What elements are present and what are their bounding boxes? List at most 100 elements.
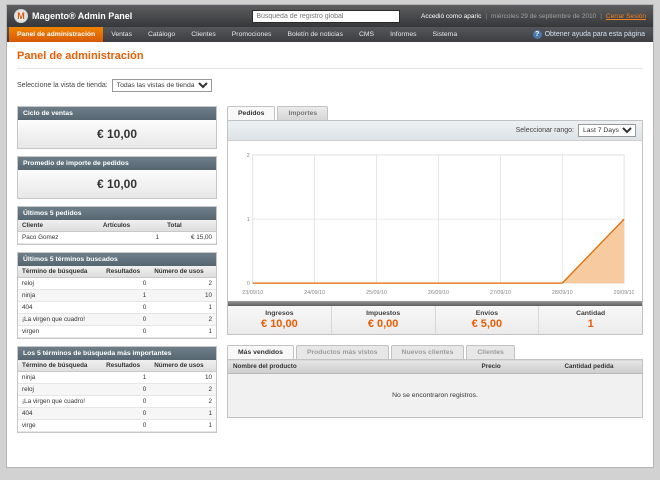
tab-most-viewed[interactable]: Productos más vistos <box>295 345 389 359</box>
col-qty-ordered: Cantidad pedida <box>559 359 643 374</box>
uses-cell: 1 <box>150 419 216 432</box>
results-cell: 0 <box>102 313 151 326</box>
empty-row: No se encontraron registros. <box>227 373 643 418</box>
header-user-area: Accedió como aparic | miércoles 29 de se… <box>421 13 646 20</box>
help-link[interactable]: ? Obtener ayuda para esta página <box>527 27 651 42</box>
top-search-terms-table: Término de búsqueda Resultados Número de… <box>18 360 216 432</box>
nav-catalog[interactable]: Catálogo <box>140 27 183 42</box>
nav-customers[interactable]: Clientes <box>183 27 224 42</box>
help-icon: ? <box>532 30 542 39</box>
table-row[interactable]: 404 0 1 <box>18 407 216 420</box>
table-row[interactable]: 404 0 1 <box>18 301 216 314</box>
uses-cell: 2 <box>150 277 216 290</box>
tab-customers[interactable]: Clientes <box>466 345 515 359</box>
uses-cell: 2 <box>150 395 216 408</box>
tab-new-customers[interactable]: Nuevos clientes <box>390 345 465 359</box>
results-cell: 0 <box>102 277 151 290</box>
svg-text:2: 2 <box>247 153 250 159</box>
stat-value: € 0,00 <box>367 318 399 330</box>
lifetime-sales-value: € 10,00 <box>18 120 216 148</box>
stat-label: Cantidad <box>576 310 606 317</box>
brand-title: Magento® Admin Panel <box>32 11 133 21</box>
total-cell: € 15,00 <box>163 231 216 244</box>
stats-row: Ingresos € 10,00 Impuestos € 0,00 Envíos… <box>228 306 642 334</box>
term-cell: ¡La virgen que cuadro! <box>18 395 103 408</box>
global-search-input[interactable] <box>252 9 401 23</box>
empty-message: No se encontraron registros. <box>227 373 643 418</box>
store-switcher: Seleccione la vista de tienda: Todas las… <box>17 79 643 92</box>
uses-cell: 10 <box>150 289 216 302</box>
table-row[interactable]: virgen 0 1 <box>18 325 216 338</box>
dashboard: Ciclo de ventas € 10,00 Promedio de impo… <box>17 106 643 440</box>
logged-in-text: Accedió como aparic <box>420 12 482 20</box>
col-results: Resultados <box>102 266 151 278</box>
nav-cms[interactable]: CMS <box>351 27 382 42</box>
store-switcher-label: Seleccione la vista de tienda: <box>17 82 108 89</box>
top-search-terms-title: Los 5 términos de búsqueda más important… <box>18 347 216 360</box>
col-total: Total <box>163 220 216 232</box>
help-label: Obtener ayuda para esta página <box>544 31 645 38</box>
nav-promotions[interactable]: Promociones <box>224 27 280 42</box>
col-price: Precio <box>476 359 560 374</box>
term-cell: reloj <box>18 277 103 290</box>
tab-amounts[interactable]: Importes <box>277 106 329 120</box>
uses-cell: 1 <box>150 301 216 314</box>
table-row[interactable]: ninja 1 10 <box>18 289 216 302</box>
table-row[interactable]: reloj 0 2 <box>18 277 216 290</box>
table-row[interactable]: ninja 1 10 <box>18 371 216 384</box>
svg-text:23/09/10: 23/09/10 <box>242 290 263 296</box>
brand: M Magento® Admin Panel <box>14 9 132 23</box>
col-uses: Número de usos <box>150 266 216 278</box>
nav-dashboard[interactable]: Panel de administración <box>9 27 104 42</box>
term-cell: reloj <box>18 383 103 396</box>
tab-bestsellers[interactable]: Más vendidos <box>227 345 294 359</box>
chart-tabs: Pedidos Importes <box>227 106 643 120</box>
table-header-row: Nombre del producto Precio Cantidad pedi… <box>227 359 643 374</box>
tab-orders[interactable]: Pedidos <box>227 106 276 120</box>
last-orders-title: Últimos 5 pedidos <box>18 207 216 220</box>
svg-text:24/09/10: 24/09/10 <box>304 290 325 296</box>
results-cell: 1 <box>102 371 151 384</box>
store-view-select[interactable]: Todas las vistas de tienda <box>111 79 212 92</box>
results-cell: 0 <box>102 419 151 432</box>
logout-link[interactable]: Cerrar Sesión <box>606 13 646 20</box>
range-bar: Seleccionar rango: Last 7 Days <box>228 121 642 141</box>
main-nav: Panel de administración Ventas Catálogo … <box>7 27 653 42</box>
table-row[interactable]: virge 0 1 <box>18 419 216 432</box>
global-search <box>252 9 401 23</box>
average-orders-title: Promedio de importe de pedidos <box>18 157 216 170</box>
term-cell: ninja <box>18 371 103 384</box>
range-label: Seleccionar rango: <box>515 127 574 134</box>
nav-system[interactable]: Sistema <box>425 27 466 42</box>
uses-cell: 2 <box>150 383 216 396</box>
nav-newsletter[interactable]: Boletín de noticias <box>279 27 351 42</box>
col-product-name: Nombre del producto <box>227 359 477 374</box>
svg-text:25/09/10: 25/09/10 <box>366 290 387 296</box>
items-cell: 1 <box>98 231 164 244</box>
table-row[interactable]: ¡La virgen que cuadro! 0 2 <box>18 313 216 326</box>
nav-reports[interactable]: Informes <box>382 27 424 42</box>
svg-text:1: 1 <box>247 217 250 223</box>
customer-cell: Paco Gomez <box>18 231 99 244</box>
range-select[interactable]: Last 7 Days <box>578 124 636 137</box>
col-customer: Cliente <box>18 220 99 232</box>
table-row[interactable]: Paco Gomez 1 € 15,00 <box>18 231 216 244</box>
term-cell: virgen <box>18 325 103 338</box>
dashboard-left-column: Ciclo de ventas € 10,00 Promedio de impo… <box>17 106 217 440</box>
table-row[interactable]: reloj 0 2 <box>18 383 216 396</box>
term-cell: 404 <box>18 407 103 420</box>
last-search-terms-title: Últimos 5 términos buscados <box>18 253 216 266</box>
results-cell: 0 <box>102 395 151 408</box>
uses-cell: 1 <box>150 407 216 420</box>
last-orders-box: Últimos 5 pedidos Cliente Artículos Tota… <box>17 206 217 245</box>
results-cell: 0 <box>102 325 151 338</box>
nav-sales[interactable]: Ventas <box>103 27 140 42</box>
table-header-row: Cliente Artículos Total <box>18 220 216 232</box>
table-row[interactable]: ¡La virgen que cuadro! 0 2 <box>18 395 216 408</box>
stat-shipping: Envíos € 5,00 <box>436 306 540 334</box>
svg-text:29/09/10: 29/09/10 <box>614 290 634 296</box>
dashboard-right-column: Pedidos Importes Seleccionar rango: Last… <box>227 106 643 418</box>
orders-chart: 23/09/10 24/09/10 25/09/10 26/09/10 27/09/10… <box>242 153 634 296</box>
stat-tax: Impuestos € 0,00 <box>332 306 436 334</box>
stat-revenue: Ingresos € 10,00 <box>228 306 332 334</box>
